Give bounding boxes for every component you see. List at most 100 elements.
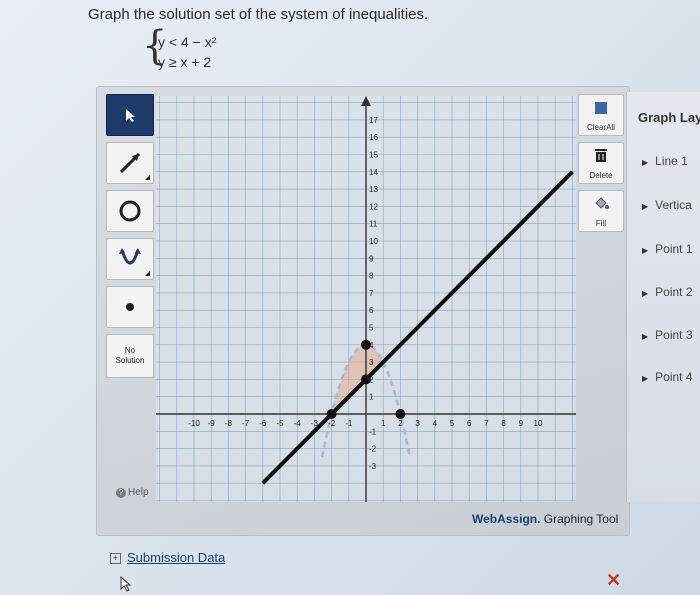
expand-arrow-icon: ▶ (642, 332, 649, 341)
fill-button[interactable]: Fill (578, 190, 624, 232)
y-tick-label: 13 (369, 185, 378, 194)
expand-arrow-icon: ▶ (642, 246, 649, 255)
layer-label: Point 3 (655, 328, 693, 342)
paint-bucket-icon (595, 197, 609, 209)
y-tick-label: 3 (369, 358, 374, 367)
tool-expand-icon (145, 271, 150, 276)
y-tick-label: 6 (369, 306, 374, 315)
x-tick-label: 5 (450, 419, 455, 428)
y-tick-label: -1 (369, 427, 377, 436)
question-prompt: Graph the solution set of the system of … (88, 6, 429, 23)
x-tick-label: 4 (433, 419, 438, 428)
webassign-brand: WebAssign. Graphing Tool (472, 512, 618, 526)
expand-plus-icon: + (110, 553, 121, 565)
graph-point (326, 409, 337, 419)
layer-item[interactable]: ▶ Point 2 (642, 285, 693, 299)
x-tick-label: 9 (519, 419, 524, 428)
submission-data-label: Submission Data (127, 550, 226, 565)
x-tick-label: -9 (208, 419, 216, 428)
trash-icon (595, 149, 607, 162)
x-tick-label: -4 (294, 419, 302, 428)
x-tick-label: -8 (225, 419, 233, 428)
help-label: Help (128, 487, 149, 498)
delete-button[interactable]: Delete (578, 142, 624, 184)
parabola-tool-button[interactable] (106, 238, 154, 280)
point-tool-button[interactable] (106, 286, 154, 328)
no-solution-label: No Solution (116, 346, 145, 366)
help-icon: ? (116, 488, 126, 498)
circle-tool-button[interactable] (106, 190, 154, 232)
expand-arrow-icon: ▶ (642, 158, 649, 167)
graph-point (361, 339, 371, 350)
x-tick-label: -5 (276, 419, 284, 428)
expand-arrow-icon: ▶ (642, 289, 649, 298)
delete-label: Delete (589, 171, 613, 180)
no-solution-label-line1: No (124, 346, 136, 355)
line-icon (119, 152, 141, 174)
y-tick-label: 15 (369, 151, 378, 160)
clear-all-button[interactable]: ClearAll (578, 94, 624, 136)
pointer-icon (126, 109, 135, 122)
coordinate-graph[interactable]: -10 -9 -8 -7 -6 -5 -4 -3 -2 -1 1 2 3 4 5 6 7 8 9 1017161514… (156, 96, 576, 502)
y-tick-label: 12 (369, 202, 378, 211)
y-tick-label: 16 (369, 133, 378, 142)
y-tick-label: 10 (369, 237, 378, 246)
fill-label: Fill (595, 219, 607, 228)
expand-arrow-icon: ▶ (642, 374, 649, 383)
x-tick-label: 10 (534, 419, 543, 428)
clear-all-icon (595, 102, 607, 114)
tool-expand-icon (145, 175, 150, 180)
y-tick-label: -2 (369, 445, 377, 454)
x-tick-label: -6 (259, 419, 267, 428)
parabola-icon (119, 248, 141, 265)
layer-label: Line 1 (655, 154, 688, 168)
graph-toolbar: No Solution (106, 94, 156, 504)
x-tick-label: 6 (467, 419, 472, 428)
layer-label: Point 1 (655, 242, 693, 256)
x-tick-label: -10 (188, 419, 200, 428)
expand-arrow-icon: ▶ (642, 202, 649, 211)
mouse-cursor-icon (120, 576, 132, 592)
x-tick-label: 2 (398, 419, 403, 428)
layer-item[interactable]: ▶ Point 4 (642, 370, 693, 384)
no-solution-button[interactable]: No Solution (106, 334, 154, 378)
x-tick-label: 7 (484, 419, 489, 428)
graph-point (395, 409, 406, 419)
circle-icon (119, 200, 141, 222)
inequality-1: y < 4 − x² (158, 34, 217, 50)
x-tick-label: 8 (501, 419, 506, 428)
x-tick-label: -1 (345, 419, 353, 428)
y-tick-label: -3 (369, 462, 377, 471)
pointer-tool-button[interactable] (106, 94, 154, 136)
inequality-2: y ≥ x + 2 (158, 54, 212, 70)
y-tick-label: 8 (369, 272, 374, 281)
brand-name: WebAssign. (472, 512, 541, 526)
y-tick-label: 11 (369, 220, 378, 229)
x-tick-label: -2 (328, 419, 336, 428)
point-icon (126, 303, 134, 311)
clear-all-label: ClearAll (586, 123, 615, 132)
layer-label: Point 2 (655, 285, 693, 299)
x-tick-label: 1 (381, 419, 386, 428)
y-tick-label: 17 (369, 116, 378, 125)
line-tool-button[interactable] (106, 142, 154, 184)
x-tick-label: 3 (415, 419, 420, 428)
incorrect-x-icon: ✕ (606, 570, 622, 590)
layer-label: Point 4 (655, 370, 693, 384)
layer-label: Vertica (655, 198, 692, 212)
y-tick-label: 5 (369, 324, 374, 333)
x-tick-label: -7 (242, 419, 250, 428)
brand-suffix: Graphing Tool (540, 512, 619, 526)
no-solution-label-line2: Solution (115, 356, 145, 365)
y-tick-label: 14 (369, 168, 378, 177)
y-tick-label: 1 (369, 393, 374, 402)
layer-item[interactable]: ▶ Point 3 (642, 328, 693, 342)
submission-data-toggle[interactable]: + Submission Data (110, 550, 225, 565)
layer-item[interactable]: ▶ Vertica (642, 198, 692, 212)
layer-item[interactable]: ▶ Point 1 (642, 242, 693, 256)
help-link[interactable]: ? Help (116, 487, 149, 498)
layer-item[interactable]: ▶ Line 1 (642, 154, 688, 168)
graph-point (361, 374, 371, 385)
graph-layers-title: Graph Lay (638, 110, 700, 125)
y-tick-label: 7 (369, 289, 374, 298)
